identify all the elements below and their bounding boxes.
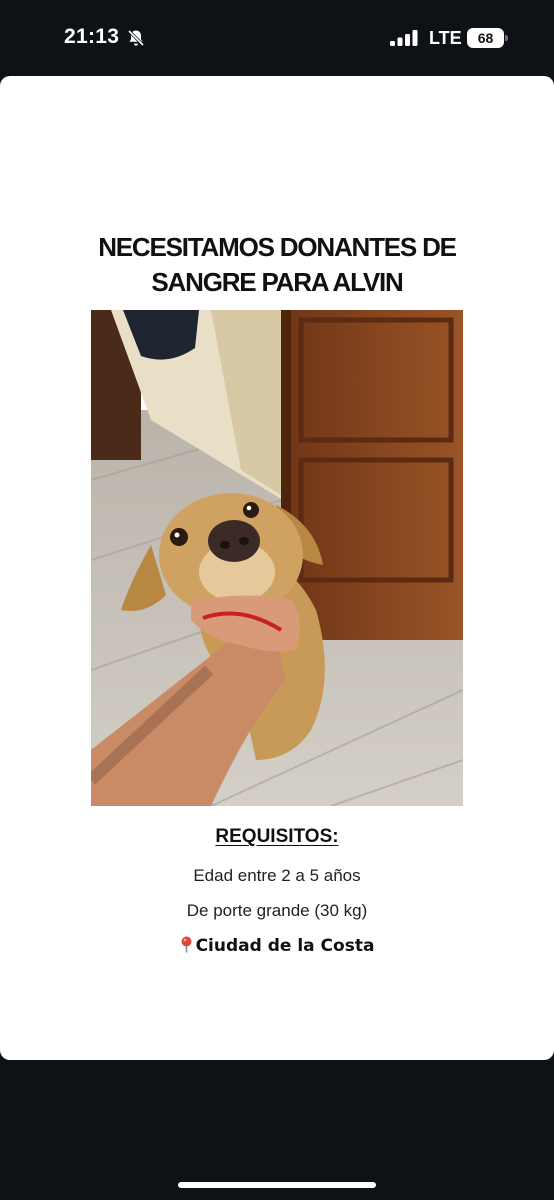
post-title-line-1: NECESITAMOS DONANTES DE (98, 232, 457, 262)
location: Ciudad de la Costa (0, 936, 554, 956)
status-bar: 21:13 LTE 68 (0, 0, 554, 76)
network-type: LTE (429, 28, 462, 48)
status-time: 21:13 (64, 25, 120, 48)
battery-tip (505, 35, 508, 41)
battery-icon: 68 (467, 28, 508, 48)
cellular-signal-icon (390, 30, 418, 46)
location-text: Ciudad de la Costa (195, 936, 375, 956)
requirement-size: De porte grande (30 kg) (186, 901, 368, 920)
post-card: NECESITAMOS DONANTES DE SANGRE PARA ALVI… (0, 76, 554, 1060)
dog-illustration (91, 310, 463, 806)
bell-slash-icon (127, 29, 145, 47)
post-title-line-2: SANGRE PARA ALVIN (151, 267, 403, 297)
home-indicator[interactable] (178, 1182, 376, 1188)
requirements-heading: REQUISITOS: (215, 826, 339, 847)
requirement-age: Edad entre 2 a 5 años (193, 866, 361, 885)
post-title: NECESITAMOS DONANTES DE SANGRE PARA ALVI… (20, 230, 534, 300)
dog-photo[interactable] (91, 310, 463, 806)
battery-level: 68 (467, 28, 504, 48)
map-pin-icon (181, 936, 192, 953)
